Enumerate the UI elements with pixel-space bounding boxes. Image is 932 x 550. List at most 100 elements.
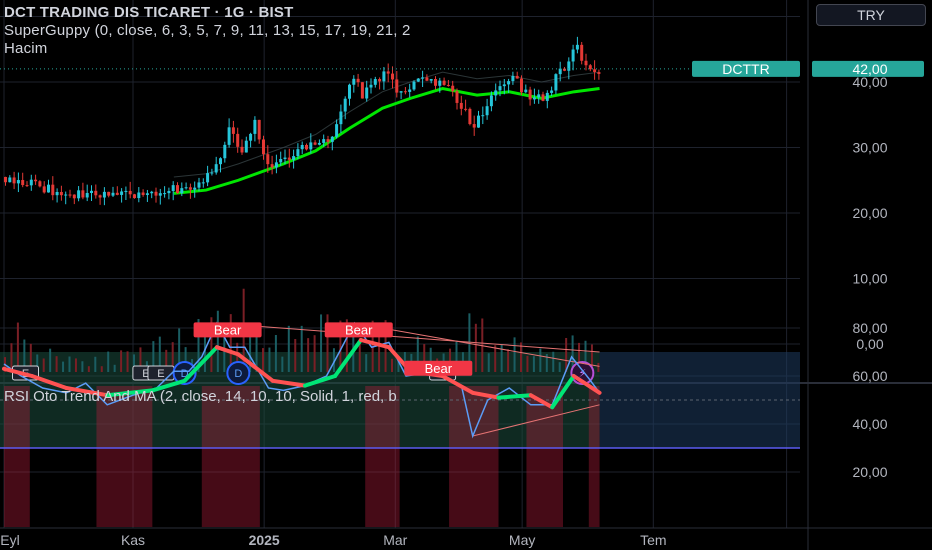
candle-body [21,180,25,186]
candle-body [545,92,549,101]
candle-body [412,81,416,90]
volume-bar [16,322,19,372]
candle-body [593,69,597,73]
candle-body [64,194,68,196]
candle-body [188,187,192,190]
candle-body [399,91,403,93]
volume-bar [313,335,316,372]
candle-body [464,108,468,110]
candle-body [94,190,98,196]
candle-body [588,65,592,70]
volume-bar [320,314,323,372]
candle-body [515,75,519,79]
volume-bar [68,356,71,372]
candle-body [137,192,141,199]
candle-body [373,79,377,85]
volume-bar [597,362,600,372]
price-axis-tick: 10,00 [852,271,887,287]
candle-body [541,94,545,101]
rsi-bear-period [526,386,563,527]
candle-body [360,82,364,99]
candle-body [219,158,222,165]
volume-bar [126,351,129,372]
candle-body [171,185,175,192]
guppy-indicator-label[interactable]: SuperGuppy (0, close, 6, 3, 5, 7, 9, 11,… [4,22,411,39]
candle-body [296,149,300,157]
time-axis-tick: Eyl [0,532,19,548]
candle-body [421,77,425,79]
candle-body [201,182,205,184]
rsi-axis-tick: 80,00 [852,320,887,336]
candle-body [42,186,46,193]
volume-bar [513,337,516,372]
time-axis-tick: Mar [383,532,407,548]
candle-body [597,72,601,75]
candle-body [240,146,244,153]
rsi-bear-period [201,386,260,527]
candle-body [206,173,210,183]
volume-bar [100,366,103,372]
volume-bar [216,310,219,372]
volume-bar [262,348,264,372]
volume-bar [487,353,490,372]
price-axis-tick: 30,00 [852,140,887,156]
candle-body [4,176,7,183]
candle-body [16,180,20,184]
candle-body [485,106,489,116]
candle-body [571,49,575,62]
candle-body [236,133,240,147]
candle-body [249,133,253,141]
candle-body [339,111,343,125]
candle-body [468,108,472,125]
volume-indicator-label[interactable]: Hacim [4,40,48,57]
volume-bar [365,354,368,372]
dividend-marker-label: D [234,368,242,380]
chart-title[interactable]: DCT TRADING DIS TICARET · 1G · BIST [4,4,294,21]
candle-body [438,80,442,86]
volume-bar [500,344,503,372]
candle-body [283,157,287,159]
candle-body [317,142,321,145]
candle-body [511,75,515,82]
currency-selector[interactable]: TRY [816,4,926,26]
candle-body [528,89,532,100]
volume-bar [62,361,65,372]
candle-body [416,78,420,82]
candle-body [532,97,536,100]
candle-body [330,136,334,142]
candle-body [90,190,93,193]
candle-body [214,164,218,173]
candle-body [107,191,111,196]
rsi-bear-period [449,386,499,527]
candle-body [193,187,197,190]
candle-body [102,191,106,198]
candle-body [455,91,459,103]
last-price-label: 42,00 [852,61,887,77]
candle-body [356,78,360,83]
volume-bar [281,356,284,372]
candle-body [81,190,85,198]
time-axis-tick: Kas [121,532,145,548]
volume-bar [107,351,110,372]
volume-bar [539,348,542,372]
candle-body [231,127,235,134]
volume-bar [94,356,97,372]
candle-body [120,191,124,195]
volume-bar [74,358,77,372]
time-axis-tick: May [509,532,535,548]
volume-bar [87,366,90,372]
candle-body [481,115,485,117]
bear-label: Bear [345,322,373,337]
bear-label: Bear [214,322,242,337]
candle-body [167,191,171,194]
candle-body [425,77,429,81]
candle-body [150,191,154,194]
volume-bar [391,358,393,372]
candle-body [38,181,42,187]
candle-body [274,162,278,168]
volume-bar [274,335,277,372]
volume-bar [294,339,297,372]
candle-body [352,78,356,85]
candle-body [313,142,317,145]
candle-body [210,172,214,174]
